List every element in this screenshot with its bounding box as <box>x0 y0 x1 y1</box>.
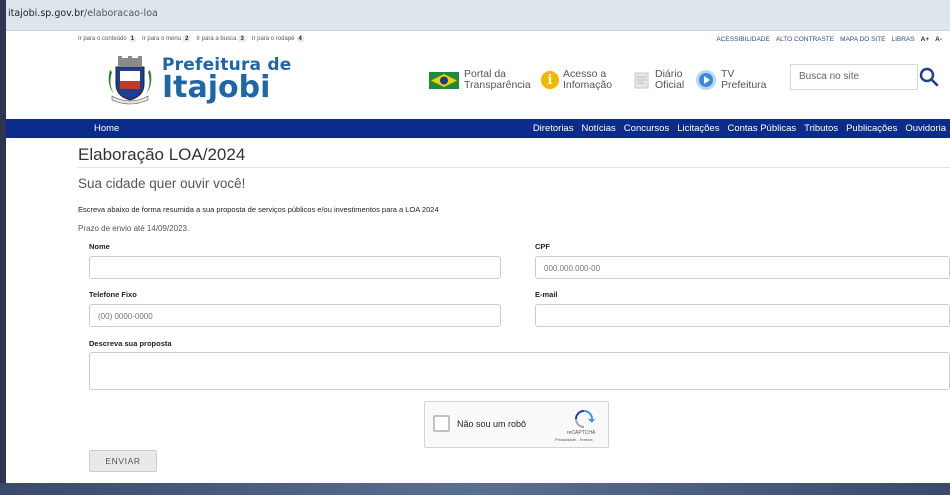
url-host: itajobi.sp.gov.br <box>8 8 85 19</box>
city-crest-icon <box>108 56 152 105</box>
proposta-textarea[interactable] <box>89 352 950 390</box>
nav-noticias[interactable]: Notícias <box>581 123 615 134</box>
nav-home[interactable]: Home <box>94 123 119 134</box>
skip-link-content[interactable]: Ir para o conteúdo 1 <box>78 36 137 42</box>
url-path: /elaboracao-loa <box>84 8 158 19</box>
sitemap-link[interactable]: MAPA DO SITE <box>840 36 885 43</box>
skip-link-key: 3 <box>238 36 246 42</box>
page-subtitle: Sua cidade quer ouvir você! <box>78 176 246 191</box>
cpf-field[interactable]: 000.000.000-00 <box>535 256 950 279</box>
nav-licitacoes[interactable]: Licitações <box>677 123 719 134</box>
skip-links: Ir para o conteúdo 1 Ir para o menu 2 Ir p… <box>78 36 304 42</box>
font-decrease-button[interactable]: A- <box>935 36 942 43</box>
cpf-label: CPF <box>535 242 550 251</box>
skip-link-label: Ir para o menu <box>142 36 182 42</box>
quicklink-line2: Oficial <box>655 79 685 91</box>
email-label: E-mail <box>535 290 558 299</box>
intro-text: Escreva abaixo de forma resumida a sua p… <box>78 205 439 214</box>
skip-link-key: 4 <box>296 36 304 42</box>
page-title: Elaboração LOA/2024 <box>78 145 246 164</box>
nav-publicacoes[interactable]: Publicações <box>846 123 897 134</box>
deadline-text: Prazo de envio até 14/09/2023. <box>78 224 190 233</box>
quicklink-line2: Prefeitura <box>721 79 767 91</box>
recaptcha-terms[interactable]: Privacidade - Termos <box>555 437 593 442</box>
telefone-field[interactable]: (00) 0000-0000 <box>89 304 501 327</box>
skip-link-key: 2 <box>183 36 191 42</box>
search-icon[interactable] <box>919 67 939 87</box>
skip-link-label: Ir para o rodapé <box>251 36 295 42</box>
accessibility-link[interactable]: ACESSIBILIDADE <box>716 36 769 43</box>
nav-concursos[interactable]: Concursos <box>624 123 669 134</box>
skip-link-search[interactable]: Ir para a busca 3 <box>196 36 246 42</box>
submit-button[interactable]: ENVIAR <box>89 450 157 472</box>
nav-diretorias[interactable]: Diretorias <box>533 123 574 134</box>
nome-field[interactable] <box>89 256 501 279</box>
url-text[interactable]: itajobi.sp.gov.br/elaboracao-loa <box>8 8 158 19</box>
tv-prefeitura-link[interactable]: TV Prefeitura <box>695 69 767 91</box>
main-navigation: Home Diretorias Notícias Concursos Licit… <box>6 119 950 138</box>
accessibility-menu: ACESSIBILIDADE ALTO CONTRASTE MAPA DO SI… <box>716 36 942 43</box>
diario-oficial-link[interactable]: Diário Oficial <box>633 69 684 91</box>
font-increase-button[interactable]: A+ <box>921 36 930 43</box>
nome-label: Nome <box>89 242 110 251</box>
skip-link-key: 1 <box>128 36 137 42</box>
libras-link[interactable]: LIBRAS <box>892 36 915 43</box>
quicklink-line2: Transparência <box>464 79 531 91</box>
skip-link-label: Ir para o conteúdo <box>78 36 127 42</box>
proposta-label: Descreva sua proposta <box>89 339 172 348</box>
email-field[interactable] <box>535 304 950 327</box>
skip-link-menu[interactable]: Ir para o menu 2 <box>142 36 191 42</box>
brazil-flag-icon <box>429 72 459 89</box>
telefone-label: Telefone Fixo <box>89 290 137 299</box>
address-bar[interactable]: itajobi.sp.gov.br/elaboracao-loa <box>6 0 950 31</box>
acesso-informacao-link[interactable]: i Acesso a Infomação <box>541 69 612 91</box>
site-logo[interactable]: Prefeitura de Itajobi <box>104 54 291 106</box>
info-icon: i <box>541 71 559 89</box>
skip-link-footer[interactable]: Ir para o rodapé 4 <box>252 36 304 42</box>
skip-link-label: Ir para a busca <box>196 36 237 42</box>
divider <box>78 167 950 168</box>
search-input[interactable]: Busca no site <box>790 64 918 90</box>
quicklink-line2: Infomação <box>563 79 613 91</box>
recaptcha-logo-icon <box>575 410 595 428</box>
recaptcha-checkbox[interactable] <box>433 415 450 432</box>
nav-ouvidoria[interactable]: Ouvidoria <box>905 123 946 134</box>
logo-line2: Itajobi <box>162 70 271 105</box>
portal-transparencia-link[interactable]: Portal da Transparência <box>428 69 531 91</box>
web-page: Ir para o conteúdo 1 Ir para o menu 2 Ir p… <box>6 31 950 483</box>
newspaper-icon <box>634 72 649 89</box>
nav-contas-publicas[interactable]: Contas Públicas <box>727 123 796 134</box>
play-icon <box>696 70 716 90</box>
high-contrast-link[interactable]: ALTO CONTRASTE <box>776 36 834 43</box>
recaptcha-label: Não sou um robô <box>457 419 527 429</box>
recaptcha-brand: reCAPTCHA <box>567 430 596 436</box>
window-bottom-frame <box>0 483 950 495</box>
nav-tributos[interactable]: Tributos <box>804 123 838 134</box>
recaptcha-widget: Não sou um robô reCAPTCHA Privacidade - … <box>424 401 609 448</box>
